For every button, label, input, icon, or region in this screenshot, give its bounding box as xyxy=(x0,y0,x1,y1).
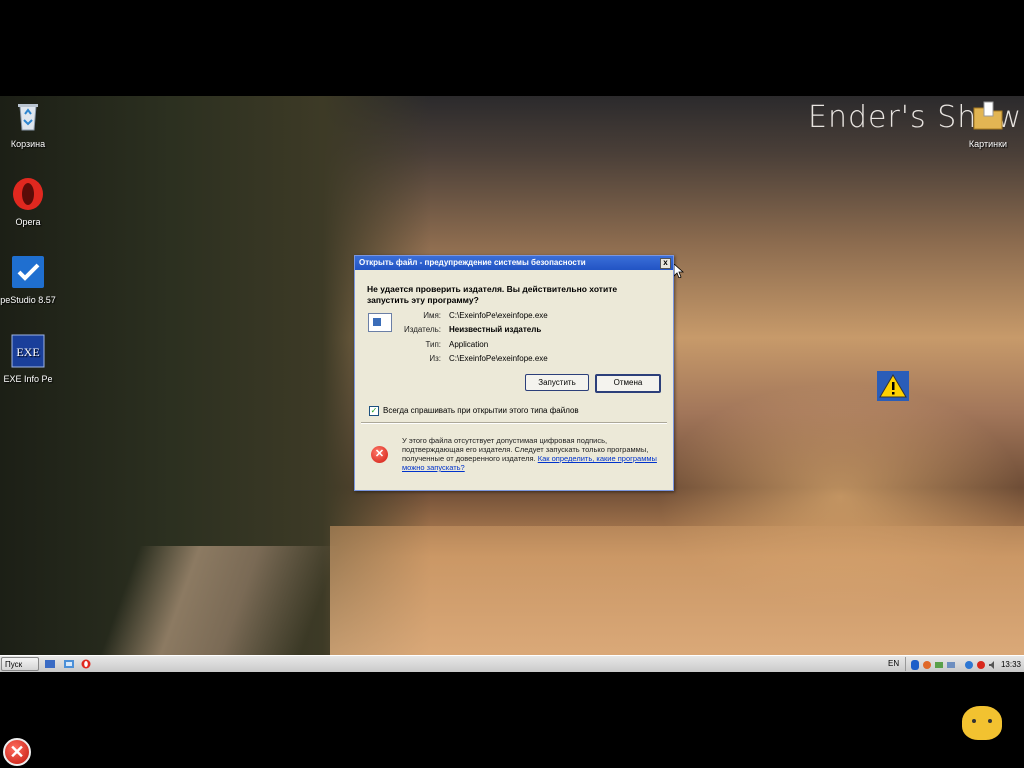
desktop-icon-label: Opera xyxy=(15,217,41,227)
field-value: Неизвестный издатель xyxy=(449,325,542,334)
warning-text: У этого файла отсутствует допустимая циф… xyxy=(402,436,662,472)
taskbar: Пуск EN 13:33 xyxy=(0,655,1024,672)
always-ask-label: Всегда спрашивать при открытии этого тип… xyxy=(383,406,579,416)
tray-update-icon[interactable] xyxy=(964,660,974,670)
desktop-icon-exeinfo[interactable]: EXE EXE Info Pe xyxy=(0,333,60,384)
tray-monitor-icon[interactable] xyxy=(946,660,956,670)
dialog-title: Открыть файл - предупреждение системы бе… xyxy=(359,258,586,267)
bluetooth-icon[interactable] xyxy=(910,660,920,670)
desktop-icon-label: EXE Info Pe xyxy=(3,374,53,384)
field-value: C:\ExeinfoPe\exeinfope.exe xyxy=(449,311,548,320)
show-desktop-icon[interactable] xyxy=(45,659,55,669)
folder-icon xyxy=(973,101,1003,130)
pestudio-icon xyxy=(12,256,44,288)
tray-app-icon[interactable] xyxy=(922,660,932,670)
field-type: Тип: Application xyxy=(355,340,673,352)
field-from: Из: C:\ExeinfoPe\exeinfope.exe xyxy=(355,354,673,366)
run-button[interactable]: Запустить xyxy=(525,374,589,391)
recycle-bin-icon xyxy=(18,104,38,131)
desktop-icon-label: Картинки xyxy=(968,139,1008,149)
field-value: C:\ExeinfoPe\exeinfope.exe xyxy=(449,354,548,363)
svg-text:EXE: EXE xyxy=(16,345,39,359)
dialog-question: Не удается проверить издателя. Вы действ… xyxy=(367,284,618,305)
cancel-button[interactable]: Отмена xyxy=(595,374,661,393)
desktop-icon-opera[interactable]: Opera xyxy=(0,176,60,227)
desktop-icon-pestudio[interactable]: peStudio 8.57 xyxy=(0,254,60,305)
field-name: Имя: C:\ExeinfoPe\exeinfope.exe xyxy=(355,311,673,323)
clock[interactable]: 13:33 xyxy=(1001,660,1021,669)
opera-quicklaunch-icon[interactable] xyxy=(81,659,91,669)
dialog-titlebar[interactable]: Открыть файл - предупреждение системы бе… xyxy=(355,256,673,270)
mouse-cursor-icon xyxy=(674,264,684,278)
field-value: Application xyxy=(449,340,489,349)
wallpaper-lake xyxy=(330,526,1024,656)
field-publisher: Издатель: Неизвестный издатель xyxy=(355,325,673,337)
warning-triangle-icon[interactable] xyxy=(877,371,909,401)
always-ask-row[interactable]: ✓ Всегда спрашивать при открытии этого ти… xyxy=(369,406,579,416)
field-label: Из: xyxy=(429,354,441,363)
field-label: Имя: xyxy=(423,311,441,320)
start-button[interactable]: Пуск xyxy=(1,657,39,671)
desktop: Ender's Show Корзина Opera peStudio 8.57… xyxy=(0,96,1024,672)
security-warning-dialog: Открыть файл - предупреждение системы бе… xyxy=(354,255,674,491)
desktop-icon-pictures[interactable]: Картинки xyxy=(956,98,1020,149)
network-icon[interactable] xyxy=(934,660,944,670)
dialog-separator xyxy=(361,422,667,424)
language-indicator[interactable]: EN xyxy=(888,659,899,668)
desktop-icon-recycle-bin[interactable]: Корзина xyxy=(0,98,60,149)
mascot-emoji-icon xyxy=(962,706,1002,740)
desktop-icon-label: Корзина xyxy=(10,139,46,149)
close-overlay-icon[interactable]: ✕ xyxy=(3,738,31,766)
close-button[interactable]: x xyxy=(660,258,671,269)
desktop-icon-label: peStudio 8.57 xyxy=(0,295,56,305)
exeinfo-icon: EXE xyxy=(11,334,45,368)
field-label: Тип: xyxy=(425,340,441,349)
opera-icon xyxy=(13,178,43,210)
explorer-icon[interactable] xyxy=(64,659,74,669)
error-shield-icon: ✕ xyxy=(371,446,388,463)
start-label: Пуск xyxy=(5,660,23,669)
always-ask-checkbox[interactable]: ✓ xyxy=(369,406,379,416)
security-alert-icon[interactable] xyxy=(976,660,986,670)
volume-icon[interactable] xyxy=(988,660,998,670)
field-label: Издатель: xyxy=(404,325,441,334)
system-tray: 13:33 xyxy=(905,657,1024,671)
wallpaper-path xyxy=(99,546,341,656)
